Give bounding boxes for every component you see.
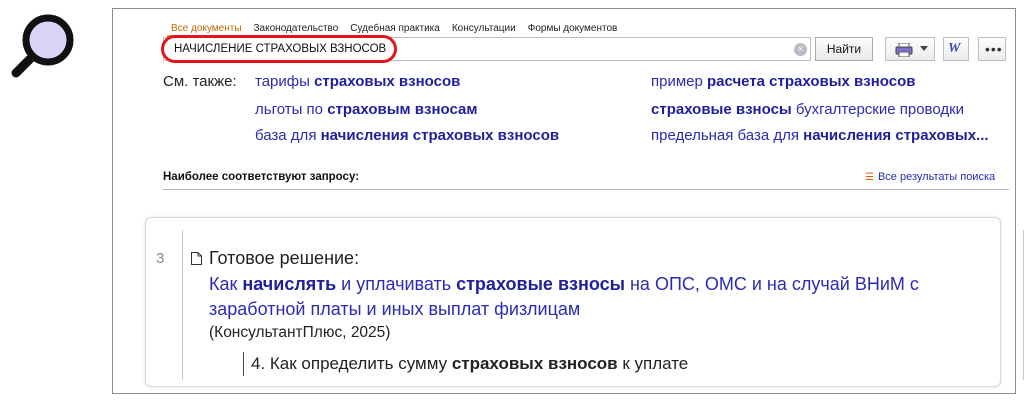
export-word-button[interactable]: W <box>943 37 969 61</box>
result-type-label: Готовое решение: <box>209 248 360 268</box>
chevron-down-icon <box>920 46 928 51</box>
more-dots-icon: ••• <box>985 41 1003 57</box>
see-also-label: См. также: <box>163 73 237 90</box>
result-source: (КонсультантПлюс, 2025) <box>209 324 391 341</box>
tab-all-documents[interactable]: Все документы <box>167 23 248 35</box>
related-query-link[interactable]: льготы по страховым взносам <box>255 101 477 118</box>
results-section-title: Наиболее соответствуют запросу: <box>163 171 360 183</box>
search-box: × <box>161 35 811 63</box>
related-query-link[interactable]: пример расчета страховых взносов <box>651 73 915 90</box>
clear-icon[interactable]: × <box>794 43 807 56</box>
document-icon <box>191 252 202 265</box>
related-query-link[interactable]: предельная база для начисления страховых… <box>651 127 989 144</box>
more-button[interactable]: ••• <box>978 37 1006 61</box>
result-body: Готовое решение: Как начислять и уплачив… <box>182 230 1024 380</box>
print-button[interactable] <box>885 37 935 61</box>
search-row: × Найти W ••• <box>161 35 1007 63</box>
find-button[interactable]: Найти <box>815 37 873 61</box>
result-title-link[interactable]: Как начислять и уплачивать страховые взн… <box>209 272 989 322</box>
result-card: 3 Готовое решение: Как начислять и уплач… <box>145 217 1024 387</box>
related-query-link[interactable]: тарифы страховых взносов <box>255 73 460 90</box>
tab-document-forms[interactable]: Формы документов <box>522 23 624 35</box>
results-list-icon: ☰ <box>865 172 874 183</box>
tab-consultations[interactable]: Консультации <box>446 23 522 35</box>
result-number: 3 <box>156 250 165 267</box>
related-query-link[interactable]: база для начисления страховых взносов <box>255 127 559 144</box>
tab-court-practice[interactable]: Судебная практика <box>344 23 446 35</box>
magnifier-icon <box>11 14 74 78</box>
section-divider <box>163 189 1009 190</box>
related-query-link[interactable]: страховые взносы бухгалтерские проводки <box>651 101 964 118</box>
subsection-bar <box>243 352 244 376</box>
search-tabs: Все документы Законодательство Судебная … <box>167 23 623 35</box>
all-results-link[interactable]: ☰ Все результаты поиска <box>865 171 995 183</box>
printer-icon <box>895 43 913 57</box>
search-input[interactable] <box>168 40 768 58</box>
result-subsection-link[interactable]: 4. Как определить сумму страховых взносо… <box>243 352 688 376</box>
tab-legislation[interactable]: Законодательство <box>248 23 345 35</box>
search-panel: Все документы Законодательство Судебная … <box>112 8 1024 394</box>
word-icon: W <box>948 41 961 56</box>
